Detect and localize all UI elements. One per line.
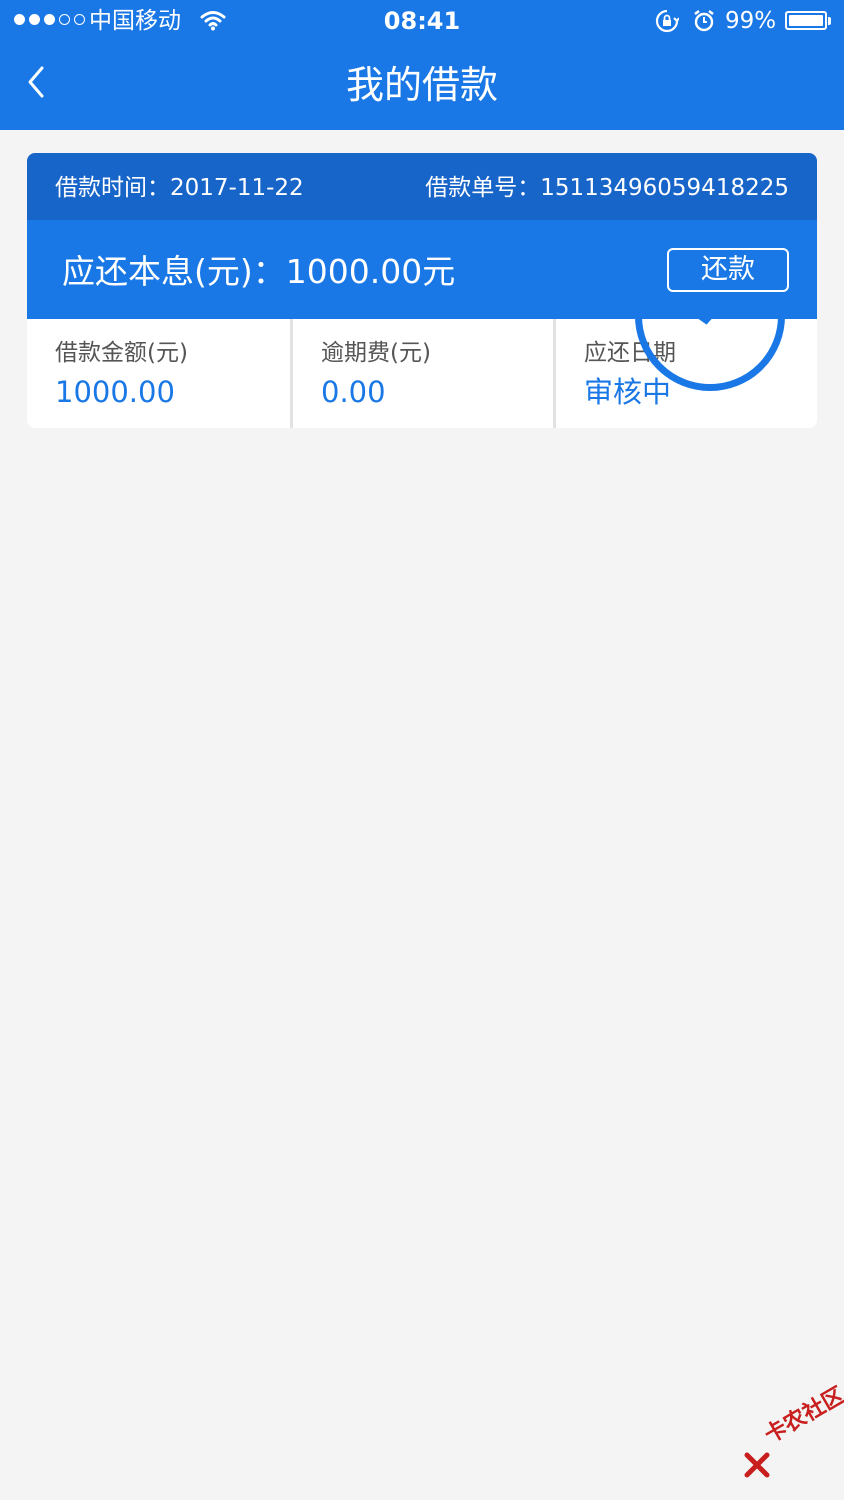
- loan-amount-value: 1000.00: [55, 375, 175, 409]
- loan-date: 借款时间：2017-11-22: [55, 175, 304, 201]
- loan-card-header: 借款时间：2017-11-22 借款单号：15113496059418225: [27, 153, 817, 220]
- status-time: 08:41: [383, 7, 461, 35]
- repay-amount: 应还本息(元)：1000.00元: [62, 252, 456, 291]
- battery-percent: 99%: [725, 8, 777, 34]
- repay-button[interactable]: 还款: [667, 248, 789, 292]
- watermark-text: 卡农社区: [760, 1382, 844, 1449]
- battery-tip: [828, 17, 831, 25]
- overdue-fee-label: 逾期费(元): [321, 340, 431, 366]
- alarm-icon: [694, 10, 714, 32]
- loan-order-number: 借款单号：15113496059418225: [425, 175, 789, 201]
- watermark-logo-icon: [744, 1452, 770, 1478]
- overdue-fee-cell: 逾期费(元) 0.00: [290, 319, 556, 428]
- loan-card: 借款时间：2017-11-22 借款单号：15113496059418225 应…: [27, 153, 817, 428]
- page-title: 我的借款: [345, 63, 498, 107]
- status-bar: 中国移动 08:41 99%: [0, 0, 844, 42]
- loan-amount-cell: 借款金额(元) 1000.00: [27, 319, 290, 428]
- rotation-lock-icon: [655, 9, 679, 33]
- battery-icon: [785, 11, 827, 30]
- app-header: 中国移动 08:41 99% 我的借款: [0, 0, 844, 130]
- due-date-value: 审核中: [584, 375, 672, 409]
- overdue-fee-value: 0.00: [321, 375, 386, 409]
- loan-amount-label: 借款金额(元): [55, 340, 188, 366]
